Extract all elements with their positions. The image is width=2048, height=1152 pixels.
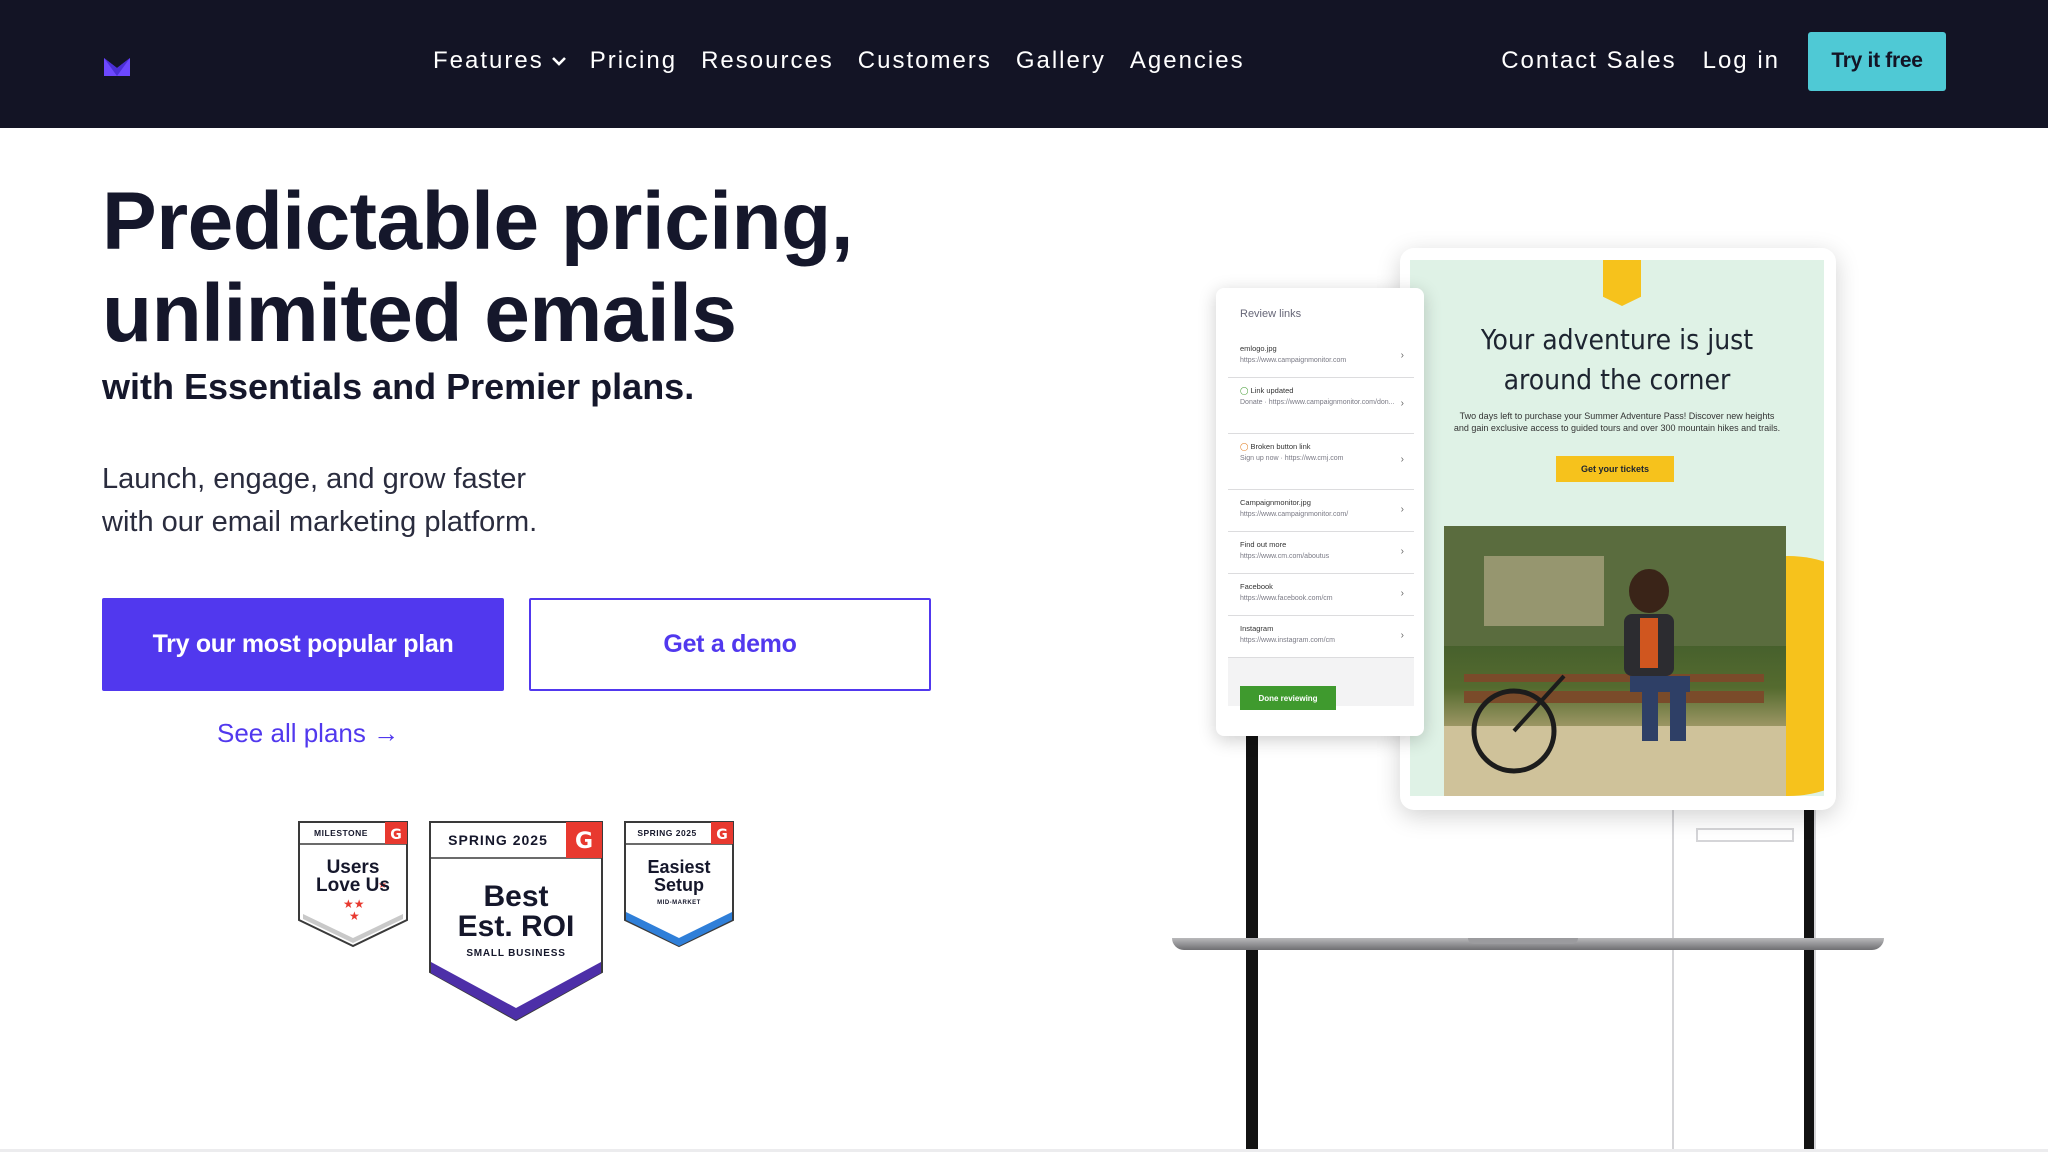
nav-features[interactable]: Features bbox=[433, 47, 566, 75]
hero-title-line-2: unlimited emails bbox=[102, 268, 737, 359]
campaign-monitor-logo-icon[interactable] bbox=[104, 56, 130, 76]
hero-description-line-1: Launch, engage, and grow faster bbox=[102, 463, 527, 495]
warning-circle-icon: ◯ bbox=[1240, 442, 1251, 451]
get-tickets-button: Get your tickets bbox=[1556, 456, 1674, 482]
email-body-text: Two days left to purchase your Summer Ad… bbox=[1453, 411, 1781, 433]
review-row-label: emlogo.jpg bbox=[1240, 344, 1277, 353]
get-demo-button[interactable]: Get a demo bbox=[529, 598, 931, 691]
review-row-url: https://www.campaignmonitor.com/ bbox=[1240, 511, 1349, 518]
nav-agencies[interactable]: Agencies bbox=[1130, 47, 1245, 75]
review-row-label: ◯ Broken button link bbox=[1240, 442, 1311, 451]
badge-3-line-2: Setup bbox=[653, 875, 704, 895]
badge-2-line-2: Est. ROI bbox=[457, 910, 575, 943]
chevron-right-icon: › bbox=[1400, 588, 1404, 599]
svg-text:G: G bbox=[575, 829, 593, 854]
review-row-label: ◯ Link updated bbox=[1240, 386, 1294, 395]
badge-1-line-2: Love Us bbox=[316, 875, 390, 896]
chevron-right-icon: › bbox=[1400, 350, 1404, 361]
try-it-free-button[interactable]: Try it free bbox=[1808, 31, 1946, 91]
done-reviewing-button: Done reviewing bbox=[1240, 686, 1336, 710]
review-row-url: https://www.instagram.com/cm bbox=[1240, 637, 1335, 644]
bicycle-ribbon-icon bbox=[1603, 260, 1641, 306]
review-links-title: Review links bbox=[1240, 308, 1302, 320]
email-preview: Your adventure is just around the corner… bbox=[1410, 260, 1824, 796]
log-in-link[interactable]: Log in bbox=[1703, 47, 1780, 75]
chevron-right-icon: › bbox=[1400, 398, 1404, 409]
nav-features-label: Features bbox=[433, 47, 544, 74]
review-row-url: https://www.facebook.com/cm bbox=[1240, 595, 1333, 602]
svg-text:G: G bbox=[390, 827, 402, 843]
g2-easiest-setup-badge: G SPRING 2025 Easiest Setup MID-MARKET bbox=[623, 820, 735, 948]
email-headline: Your adventure is just around the corner bbox=[1410, 320, 1824, 400]
hero-title-line-1: Predictable pricing, bbox=[102, 176, 853, 267]
chevron-right-icon: › bbox=[1400, 504, 1404, 515]
badge-3-bottom: MID-MARKET bbox=[657, 900, 701, 906]
review-row: ◯ Link updated Donate · https://www.camp… bbox=[1228, 378, 1414, 434]
top-nav: Features Pricing Resources Customers Gal… bbox=[0, 0, 2048, 128]
review-row-url: https://www.cm.com/aboutus bbox=[1240, 553, 1330, 560]
nav-actions: Contact Sales Log in Try it free bbox=[1501, 0, 1946, 122]
badge-2-top: SPRING 2025 bbox=[448, 832, 548, 848]
review-row-label: Instagram bbox=[1240, 624, 1274, 633]
review-row-label: Campaignmonitor.jpg bbox=[1240, 498, 1311, 507]
hero-description-line-2: with our email marketing platform. bbox=[102, 506, 538, 538]
review-row: ◯ Broken button link Sign up now · https… bbox=[1228, 434, 1414, 490]
product-illustration: Your adventure is just around the corner… bbox=[1168, 240, 1888, 1152]
g2-users-love-us-badge: G ★ ★★ ★ MILESTONE Users Love Us bbox=[297, 820, 409, 948]
try-popular-plan-button[interactable]: Try our most popular plan bbox=[102, 598, 504, 691]
review-row: emlogo.jpg https://www.campaignmonitor.c… bbox=[1228, 336, 1414, 378]
chevron-right-icon: › bbox=[1400, 630, 1404, 641]
nav-pricing[interactable]: Pricing bbox=[590, 47, 677, 75]
chevron-right-icon: › bbox=[1400, 454, 1404, 465]
review-row: Campaignmonitor.jpg https://www.campaign… bbox=[1228, 490, 1414, 532]
screen-field bbox=[1696, 828, 1794, 842]
review-row-url: https://www.campaignmonitor.com bbox=[1240, 357, 1347, 364]
badge-1-top: MILESTONE bbox=[314, 828, 368, 838]
review-row-label: Facebook bbox=[1240, 582, 1273, 591]
review-row: Instagram https://www.instagram.com/cm › bbox=[1228, 616, 1414, 658]
badge-2-bottom: SMALL BUSINESS bbox=[466, 948, 566, 959]
email-headline-line-1: Your adventure is just bbox=[1480, 323, 1754, 356]
review-row-url: Donate · https://www.campaignmonitor.com… bbox=[1240, 399, 1395, 406]
hero-description: Launch, engage, and grow faster with our… bbox=[102, 458, 537, 544]
badge-2-line-1: Best bbox=[483, 880, 549, 913]
review-row: Facebook https://www.facebook.com/cm › bbox=[1228, 574, 1414, 616]
nav-customers[interactable]: Customers bbox=[858, 47, 992, 75]
nav-gallery[interactable]: Gallery bbox=[1016, 47, 1106, 75]
woman-on-bench-photo-icon bbox=[1444, 526, 1786, 796]
see-all-plans-link[interactable]: See all plans → bbox=[217, 718, 399, 749]
laptop-notch bbox=[1468, 938, 1578, 944]
review-links-list: emlogo.jpg https://www.campaignmonitor.c… bbox=[1228, 336, 1414, 706]
chevron-right-icon: › bbox=[1400, 546, 1404, 557]
nav-resources[interactable]: Resources bbox=[701, 47, 834, 75]
email-preview-card: Your adventure is just around the corner… bbox=[1400, 248, 1836, 810]
svg-text:G: G bbox=[716, 827, 728, 843]
svg-text:★: ★ bbox=[349, 909, 360, 923]
email-headline-line-2: around the corner bbox=[1503, 363, 1731, 396]
check-circle-icon: ◯ bbox=[1240, 386, 1251, 395]
contact-sales-link[interactable]: Contact Sales bbox=[1501, 47, 1676, 75]
hero-subtitle: with Essentials and Premier plans. bbox=[102, 366, 695, 407]
review-links-panel: Review links emlogo.jpg https://www.camp… bbox=[1216, 288, 1424, 736]
badge-3-top: SPRING 2025 bbox=[637, 828, 697, 838]
email-hero-photo bbox=[1444, 526, 1786, 796]
nav-menu: Features Pricing Resources Customers Gal… bbox=[433, 0, 1269, 122]
hero-title: Predictable pricing, unlimited emails bbox=[102, 176, 853, 360]
chevron-down-icon bbox=[551, 57, 566, 66]
review-row: Find out more https://www.cm.com/aboutus… bbox=[1228, 532, 1414, 574]
review-row-url: Sign up now · https://ww.cmj.com bbox=[1240, 455, 1344, 462]
review-row-label: Find out more bbox=[1240, 540, 1287, 549]
g2-best-roi-badge: G SPRING 2025 Best Est. ROI SMALL BUSINE… bbox=[428, 820, 604, 1024]
